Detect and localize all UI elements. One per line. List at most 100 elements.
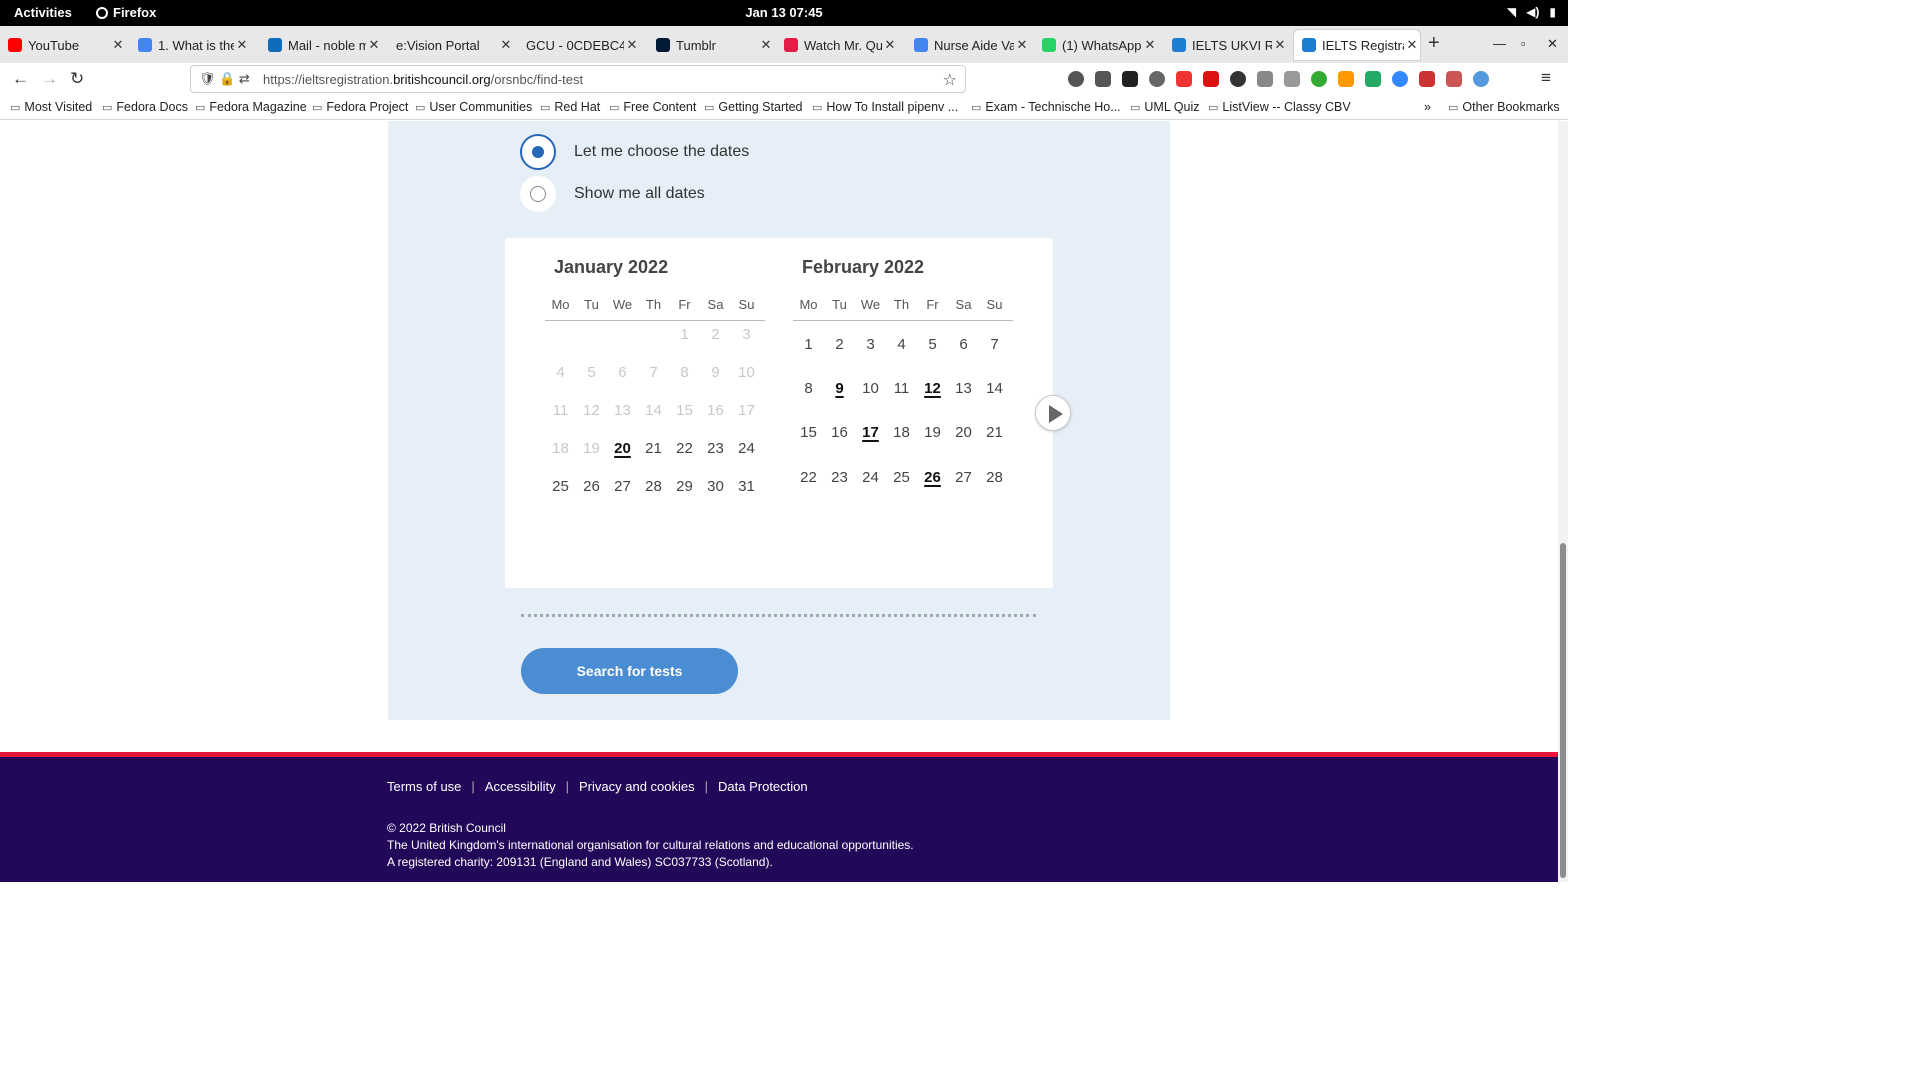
scrollbar-thumb[interactable] bbox=[1560, 543, 1566, 878]
back-icon[interactable]: ← bbox=[12, 69, 29, 89]
available-date[interactable]: 9 bbox=[824, 380, 855, 397]
tab-9[interactable]: IELTS UKVI Reg✕ bbox=[1164, 30, 1288, 60]
find-test-panel: Let me choose the dates Show me all date… bbox=[388, 121, 1170, 720]
extension-icon[interactable] bbox=[1311, 71, 1327, 87]
url-text[interactable]: https://ieltsregistration.britishcouncil… bbox=[263, 72, 583, 87]
tab-close-icon[interactable]: ✕ bbox=[1014, 37, 1030, 53]
weekday-label: Tu bbox=[584, 297, 599, 312]
available-date[interactable]: 26 bbox=[917, 469, 948, 486]
tab-close-icon[interactable]: ✕ bbox=[498, 37, 514, 53]
bookmark-folder-icon: ▭ bbox=[195, 102, 206, 114]
system-tray[interactable]: ◥ ◀) ▮ bbox=[1507, 5, 1556, 19]
tab-8[interactable]: (1) WhatsApp ✕ bbox=[1034, 30, 1158, 60]
minimize-button[interactable]: — bbox=[1493, 36, 1506, 51]
forward-icon[interactable]: → bbox=[41, 69, 58, 89]
extension-icon[interactable] bbox=[1419, 71, 1435, 87]
tab-10[interactable]: IELTS Registrat ✕ bbox=[1294, 30, 1420, 60]
next-month-button[interactable] bbox=[1035, 395, 1071, 431]
extension-icon[interactable] bbox=[1230, 71, 1246, 87]
bookmark-item[interactable]: ▭ How To Install pipenv ... bbox=[812, 100, 958, 114]
bookmark-item[interactable]: ▭ Exam - Technische Ho... bbox=[971, 100, 1121, 114]
bookmark-item[interactable]: ▭ Red Hat bbox=[540, 100, 600, 114]
footer-link[interactable]: Privacy and cookies bbox=[579, 779, 695, 794]
weekday-header: Mo Tu We Th Fr Sa Su bbox=[545, 297, 765, 321]
tab-4[interactable]: GCU - 0CDEBC42-✕ bbox=[518, 30, 640, 60]
bookmark-item[interactable]: ▭ User Communities bbox=[415, 100, 532, 114]
bookmarks-overflow-icon[interactable]: » bbox=[1424, 100, 1431, 114]
tab-close-icon[interactable]: ✕ bbox=[1404, 37, 1420, 53]
tab-5[interactable]: Tumblr ✕ bbox=[648, 30, 774, 60]
radio-choose-dates-row[interactable]: Let me choose the dates bbox=[520, 134, 749, 170]
radio-choose-dates[interactable] bbox=[520, 134, 556, 170]
bookmark-item[interactable]: ▭ Getting Started bbox=[704, 100, 802, 114]
tab-close-icon[interactable]: ✕ bbox=[234, 37, 250, 53]
calendar-day: 8 bbox=[804, 380, 813, 397]
radio-all-dates-row[interactable]: Show me all dates bbox=[520, 176, 705, 212]
calendar-day: 19 bbox=[924, 424, 941, 441]
bookmark-folder-icon: ▭ bbox=[540, 102, 551, 114]
clock[interactable]: Jan 13 07:45 bbox=[0, 5, 1568, 20]
maximize-button[interactable]: ▫ bbox=[1521, 36, 1526, 51]
menu-icon[interactable]: ≡ bbox=[1541, 68, 1551, 88]
tab-close-icon[interactable]: ✕ bbox=[882, 37, 898, 53]
tab-1[interactable]: 1. What is the G✕ bbox=[130, 30, 250, 60]
calendar-card: January 2022 Mo Tu We Th Fr Sa Su 1 2 3 4 5 6 7 8 9 10 11 1… bbox=[505, 238, 1071, 588]
extension-icon[interactable] bbox=[1392, 71, 1408, 87]
extension-icon[interactable] bbox=[1149, 71, 1165, 87]
extension-icon[interactable] bbox=[1338, 71, 1354, 87]
available-date[interactable]: 20 bbox=[607, 440, 638, 457]
calendar-day: 11 bbox=[552, 402, 569, 419]
tab-close-icon[interactable]: ✕ bbox=[110, 37, 126, 53]
bookmark-item[interactable]: ▭ Most Visited bbox=[10, 100, 92, 114]
activities-button[interactable]: Activities bbox=[14, 5, 72, 20]
bookmark-item[interactable]: ▭ Fedora Magazine bbox=[195, 100, 307, 114]
footer-link[interactable]: Accessibility bbox=[485, 779, 556, 794]
bookmark-item[interactable]: ▭ Other Bookmarks bbox=[1448, 100, 1560, 114]
tab-7[interactable]: Nurse Aide Vac ✕ bbox=[906, 30, 1030, 60]
url-bar[interactable]: 🛡 🔒 ⇄ https://ieltsregistration.britishc… bbox=[190, 65, 966, 93]
tab-close-icon[interactable]: ✕ bbox=[758, 37, 774, 53]
radio-choose-dates-label[interactable]: Let me choose the dates bbox=[574, 143, 749, 161]
tab-6[interactable]: Watch Mr. Que ✕ bbox=[776, 30, 898, 60]
available-date[interactable]: 17 bbox=[855, 424, 886, 441]
extension-icon[interactable] bbox=[1365, 71, 1381, 87]
radio-all-dates[interactable] bbox=[520, 176, 556, 212]
calendar-day: 5 bbox=[587, 364, 596, 381]
tab-0[interactable]: YouTube ✕ bbox=[0, 30, 126, 60]
close-window-button[interactable]: ✕ bbox=[1547, 36, 1558, 52]
extension-icon[interactable] bbox=[1176, 71, 1192, 87]
tab-close-icon[interactable]: ✕ bbox=[624, 37, 640, 53]
tab-close-icon[interactable]: ✕ bbox=[366, 37, 382, 53]
radio-all-dates-label[interactable]: Show me all dates bbox=[574, 185, 705, 203]
extension-icon[interactable] bbox=[1257, 71, 1273, 87]
extension-icon[interactable] bbox=[1284, 71, 1300, 87]
navigation-bar: ← → ↻ 🛡 🔒 ⇄ https://ieltsregistration.br… bbox=[0, 63, 1568, 95]
app-menu[interactable]: Firefox bbox=[96, 5, 156, 20]
extension-icon[interactable] bbox=[1446, 71, 1462, 87]
bookmark-item[interactable]: ▭ Fedora Docs bbox=[102, 100, 188, 114]
bookmark-item[interactable]: ▭ UML Quiz bbox=[1130, 100, 1200, 114]
tab-2[interactable]: Mail - noble mu✕ bbox=[260, 30, 382, 60]
bookmarks-bar: ▭ Most Visited ▭ Fedora Docs ▭ Fedora Magazin… bbox=[0, 95, 1568, 120]
page-scrollbar[interactable] bbox=[1558, 121, 1568, 882]
tab-3[interactable]: e:Vision Portal ✕ bbox=[388, 30, 514, 60]
calendar-day: 30 bbox=[707, 478, 724, 495]
footer-link[interactable]: Terms of use bbox=[387, 779, 461, 794]
extension-icon[interactable] bbox=[1473, 71, 1489, 87]
extension-icon[interactable] bbox=[1122, 71, 1138, 87]
bookmark-item[interactable]: ▭ Fedora Project bbox=[312, 100, 408, 114]
search-for-tests-button[interactable]: Search for tests bbox=[521, 648, 738, 694]
tab-close-icon[interactable]: ✕ bbox=[1272, 37, 1288, 53]
tab-title: Mail - noble mu bbox=[288, 37, 366, 53]
reload-icon[interactable]: ↻ bbox=[70, 69, 84, 89]
extension-icon[interactable] bbox=[1068, 71, 1084, 87]
bookmark-item[interactable]: ▭ ListView -- Classy CBV bbox=[1208, 100, 1351, 114]
extension-icon[interactable] bbox=[1203, 71, 1219, 87]
footer-link[interactable]: Data Protection bbox=[718, 779, 808, 794]
extension-icon[interactable] bbox=[1095, 71, 1111, 87]
bookmark-star-icon[interactable]: ☆ bbox=[943, 70, 957, 90]
tab-close-icon[interactable]: ✕ bbox=[1142, 37, 1158, 53]
new-tab-button[interactable]: + bbox=[1428, 32, 1440, 55]
available-date[interactable]: 12 bbox=[917, 380, 948, 397]
bookmark-item[interactable]: ▭ Free Content bbox=[609, 100, 696, 114]
